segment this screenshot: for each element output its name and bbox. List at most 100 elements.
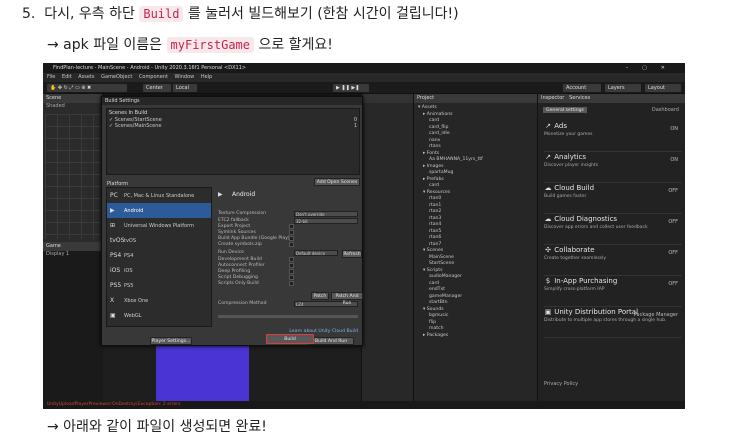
scene-row[interactable]: ✓ Scenes/MainScene 1 xyxy=(107,123,359,129)
project-item[interactable]: card_idle xyxy=(429,131,450,136)
project-item[interactable]: ▸ Packages xyxy=(423,333,448,338)
service-state[interactable]: OFF xyxy=(668,281,678,287)
patch-button[interactable]: Patch xyxy=(311,292,329,300)
setting-checkbox[interactable] xyxy=(289,236,294,241)
transform-tools[interactable]: ✋ ✥ ↻ ⤢ ▭ ⊕ ✖ xyxy=(47,84,127,92)
setting-checkbox[interactable] xyxy=(289,281,294,286)
setting-checkbox[interactable] xyxy=(289,224,294,229)
project-item[interactable]: ▸ Fonts xyxy=(423,151,439,156)
project-item[interactable]: card xyxy=(429,118,439,123)
project-item[interactable]: ▾ Resources xyxy=(423,190,450,195)
project-item[interactable]: ▾ Sounds xyxy=(423,307,444,312)
player-settings-button[interactable]: Player Settings... xyxy=(150,337,192,345)
tab-game[interactable]: Game xyxy=(46,243,61,249)
menu-gameobject[interactable]: GameObject xyxy=(101,74,132,80)
account-dropdown[interactable]: Account xyxy=(563,84,601,92)
service-state[interactable]: ON xyxy=(670,157,678,163)
project-item[interactable]: rtan1 xyxy=(429,203,441,208)
project-item[interactable]: ▾ Scenes xyxy=(423,248,443,253)
platform-item[interactable]: X Xbox One xyxy=(107,293,211,308)
project-item[interactable]: ▸ Prefabs xyxy=(423,177,444,182)
project-item[interactable]: rtan6 xyxy=(429,235,441,240)
play-controls[interactable]: ▶ ❚❚ ▶❚ xyxy=(333,84,369,92)
pivot-center-toggle[interactable]: Center xyxy=(143,84,171,92)
project-item[interactable]: rtans xyxy=(429,144,441,149)
service-state[interactable]: OFF xyxy=(668,250,678,256)
project-item[interactable]: rtan7 xyxy=(429,242,441,247)
project-item[interactable]: match xyxy=(429,326,444,331)
build-and-run-button[interactable]: Build And Run xyxy=(308,337,354,345)
service-row[interactable]: ✣ Collaborate Create together seamlessly O… xyxy=(544,246,682,276)
platform-item[interactable]: ▣ WebGL xyxy=(107,308,211,323)
setting-checkbox[interactable] xyxy=(289,269,294,274)
project-item[interactable]: ▾ Assets xyxy=(418,105,437,110)
project-item[interactable]: spartaMug xyxy=(429,170,453,175)
project-item[interactable]: rtan4 xyxy=(429,222,441,227)
game-view[interactable]: Game Display 1 xyxy=(43,242,103,409)
project-item[interactable]: ▸ Animations xyxy=(423,112,453,117)
project-item[interactable]: ▾ Scripts xyxy=(423,268,442,273)
project-item[interactable]: rtan0 xyxy=(429,196,441,201)
setting-dropdown[interactable]: Default device xyxy=(294,250,338,256)
platform-item[interactable]: ⊞ Universal Windows Platform xyxy=(107,218,211,233)
tab-project[interactable]: Project xyxy=(417,95,434,101)
setting-checkbox[interactable] xyxy=(289,230,294,235)
setting-dropdown[interactable]: Don't override xyxy=(294,211,358,217)
setting-checkbox[interactable] xyxy=(289,263,294,268)
menu-component[interactable]: Component xyxy=(139,74,168,80)
menu-edit[interactable]: Edit xyxy=(62,74,72,80)
add-open-scenes-button[interactable]: Add Open Scenes xyxy=(314,178,360,186)
service-state[interactable]: OFF xyxy=(668,188,678,194)
service-row[interactable]: ▣ Unity Distribution Portal Distribute to… xyxy=(544,308,682,338)
project-item[interactable]: card xyxy=(429,281,439,286)
platform-item[interactable]: iOS iOS xyxy=(107,263,211,278)
project-item[interactable]: StartScene xyxy=(429,261,454,266)
project-item[interactable]: endTxt xyxy=(429,287,445,292)
service-row[interactable]: ☁ Cloud Diagnostics Discover app errors a… xyxy=(544,215,682,245)
menu-help[interactable]: Help xyxy=(201,74,212,80)
display-selector[interactable]: Display 1 xyxy=(43,251,103,257)
menu-file[interactable]: File xyxy=(47,74,55,80)
privacy-policy-link[interactable]: Privacy Policy xyxy=(544,381,578,387)
setting-checkbox[interactable] xyxy=(289,275,294,280)
project-item[interactable]: startBtn xyxy=(429,300,448,305)
service-state[interactable]: Package Manager xyxy=(634,312,678,318)
scene-view[interactable]: Scene Shaded xyxy=(43,94,103,242)
menu-assets[interactable]: Assets xyxy=(78,74,94,80)
service-row[interactable]: ☁ Cloud Build Build games faster OFF xyxy=(544,184,682,214)
platform-item[interactable]: PC PC, Mac & Linux Standalone xyxy=(107,188,211,203)
project-item[interactable]: rtan5 xyxy=(429,229,441,234)
project-item[interactable]: MainScene xyxy=(429,255,454,260)
build-button[interactable]: Build xyxy=(266,334,314,344)
project-item[interactable]: audioManager xyxy=(429,274,462,279)
service-state[interactable]: ON xyxy=(670,126,678,132)
service-state[interactable]: OFF xyxy=(668,219,678,225)
platform-item[interactable]: ▶ Android xyxy=(107,203,211,218)
project-item[interactable]: ▸ Images xyxy=(423,164,444,169)
layout-dropdown[interactable]: Layout xyxy=(645,84,681,92)
project-item[interactable]: flip xyxy=(429,320,436,325)
general-settings-button[interactable]: General settings xyxy=(542,106,588,114)
project-item[interactable]: card xyxy=(429,183,439,188)
service-row[interactable]: ↗ Ads Monetize your games ON xyxy=(544,122,682,152)
shading-mode[interactable]: Shaded xyxy=(43,103,102,109)
project-item[interactable]: card_flip xyxy=(429,125,448,130)
project-item[interactable]: Aa BMHANNA_11yrs_ttf xyxy=(429,157,483,162)
setting-checkbox[interactable] xyxy=(289,242,294,247)
console-status-bar[interactable]: UnityUploadPlayerPreviewer:OnDestroy(Exc… xyxy=(43,401,685,409)
settings-scrollbar[interactable] xyxy=(218,315,358,318)
project-item[interactable]: nanv xyxy=(429,138,440,143)
platform-item[interactable]: PS5 PS5 xyxy=(107,278,211,293)
window-controls[interactable]: –▢✕ xyxy=(626,63,679,73)
project-item[interactable]: bgmusic xyxy=(429,313,448,318)
service-row[interactable]: ↗ Analytics Discover player insights ON xyxy=(544,153,682,183)
project-item[interactable]: gameManager xyxy=(429,294,462,299)
refresh-button[interactable]: Refresh xyxy=(342,250,362,258)
project-item[interactable]: rtan3 xyxy=(429,216,441,221)
tab-inspector[interactable]: Inspector xyxy=(541,95,564,101)
pivot-local-toggle[interactable]: Local xyxy=(173,84,197,92)
layers-dropdown[interactable]: Layers xyxy=(605,84,641,92)
menu-window[interactable]: Window xyxy=(175,74,195,80)
setting-checkbox[interactable] xyxy=(289,257,294,262)
dashboard-link[interactable]: Dashboard xyxy=(652,107,679,113)
